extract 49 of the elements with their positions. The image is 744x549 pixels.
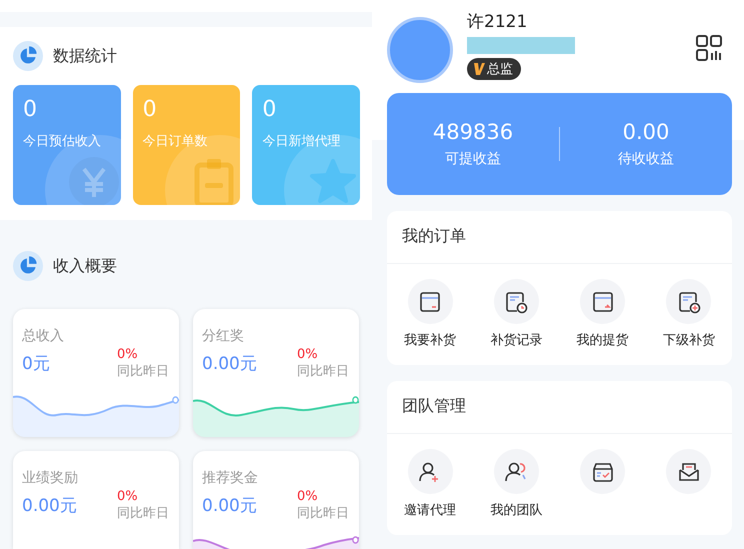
section-title: 收入概要: [53, 256, 117, 276]
card-title: 团队管理: [387, 381, 732, 434]
users-icon[interactable]: [494, 449, 539, 494]
stat-label: 今日新增代理: [262, 133, 342, 150]
compare-label: 同比昨日: [297, 363, 349, 380]
menu-label[interactable]: 邀请代理: [404, 501, 456, 519]
stat-value: 0: [23, 97, 38, 122]
menu-label[interactable]: 我的提货: [576, 331, 629, 349]
stat-label: 今日预估收入: [23, 133, 102, 150]
percent-change: 0%: [117, 347, 138, 362]
amount: 0.00元: [22, 495, 77, 517]
stat-label: 今日订单数: [142, 133, 209, 150]
compare-label: 同比昨日: [117, 363, 169, 380]
amount: 0.00元: [202, 495, 257, 517]
amount: 0.00元: [202, 353, 257, 375]
mail-icon[interactable]: [666, 449, 712, 494]
menu-label[interactable]: 我的团队: [490, 501, 542, 519]
stat-value: 0: [262, 97, 278, 122]
earnings-value: 0.00: [622, 120, 670, 144]
menu-label[interactable]: 下级补货: [662, 331, 715, 349]
level-badge: 总监: [467, 58, 521, 80]
earnings-value: 489836: [432, 120, 514, 144]
card-title: 分红奖: [202, 327, 245, 345]
pie-chart-icon: [13, 251, 43, 281]
compare-label: 同比昨日: [297, 505, 349, 522]
percent-change: 0%: [297, 489, 318, 504]
box-minus-icon[interactable]: [408, 279, 453, 324]
earnings-label: 待收收益: [618, 150, 674, 168]
compare-label: 同比昨日: [117, 505, 169, 522]
stat-value: 0: [142, 97, 158, 122]
earnings-label: 可提收益: [445, 150, 501, 168]
card-title: 总收入: [22, 327, 65, 345]
tray-icon[interactable]: [580, 449, 626, 494]
pie-chart-icon: [13, 41, 43, 71]
percent-change: 0%: [297, 347, 318, 362]
menu-label[interactable]: 我要补货: [404, 331, 456, 349]
percent-change: 0%: [117, 489, 138, 504]
menu-label[interactable]: 补货记录: [490, 331, 542, 349]
card-title: 推荐奖金: [202, 469, 259, 487]
doc-plus-icon[interactable]: [666, 279, 712, 324]
user-name: 许2121: [467, 11, 528, 33]
section-title: 数据统计: [53, 46, 117, 66]
qr-code-icon[interactable]: [696, 35, 722, 61]
card-title: 我的订单: [387, 211, 732, 264]
yen-icon: [69, 157, 119, 205]
card-title: 业绩奖励: [22, 469, 79, 487]
doc-clock-icon[interactable]: [494, 279, 539, 324]
amount: 0元: [22, 353, 50, 375]
user-plus-icon[interactable]: [408, 449, 453, 494]
